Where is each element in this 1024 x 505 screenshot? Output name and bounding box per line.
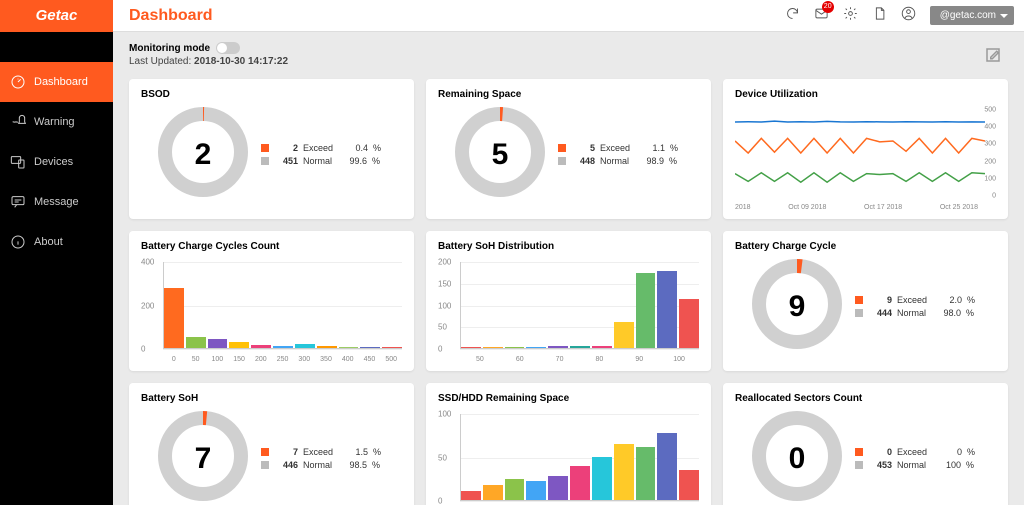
donut-chart: 0 bbox=[751, 410, 843, 505]
sidebar-item-warning[interactable]: Warning bbox=[0, 102, 113, 142]
monitoring-mode-label: Monitoring mode bbox=[129, 42, 1008, 54]
card-title: Battery Charge Cycle bbox=[735, 241, 996, 252]
sidebar-item-label: Warning bbox=[34, 116, 75, 128]
page-title: Dashboard bbox=[129, 7, 213, 25]
card-device-utilization: Device Utilization 01002003004005002018O… bbox=[723, 79, 1008, 219]
card-title: Reallocated Sectors Count bbox=[735, 393, 996, 404]
legend: 7Exceed1.5% 446Normal98.5% bbox=[261, 444, 381, 473]
card-title: Battery SoH Distribution bbox=[438, 241, 699, 252]
sidebar-item-label: Message bbox=[34, 196, 79, 208]
sidebar-item-devices[interactable]: Devices bbox=[0, 142, 113, 182]
legend: 2Exceed0.4% 451Normal99.6% bbox=[261, 140, 381, 169]
card-battery-charge-cycle: Battery Charge Cycle 9 9Exceed2.0% 444No… bbox=[723, 231, 1008, 371]
card-title: Remaining Space bbox=[438, 89, 699, 100]
mail-icon[interactable]: 20 bbox=[814, 6, 829, 26]
card-ssd-hdd-remaining-space: SSD/HDD Remaining Space 0501000102030405… bbox=[426, 383, 711, 505]
account-dropdown[interactable]: @getac.com bbox=[930, 6, 1014, 25]
card-battery-soh-distribution: Battery SoH Distribution 050100150200506… bbox=[426, 231, 711, 371]
sidebar: Dashboard Warning Devices Message About bbox=[0, 32, 113, 505]
user-icon[interactable] bbox=[901, 6, 916, 26]
legend: 9Exceed2.0% 444Normal98.0% bbox=[855, 292, 975, 321]
card-bsod: BSOD 2 2Exceed0.4% 451Normal99.6% bbox=[129, 79, 414, 219]
sidebar-item-label: About bbox=[34, 236, 63, 248]
card-remaining-space: Remaining Space 5 5Exceed1.1% 448Normal9… bbox=[426, 79, 711, 219]
document-icon[interactable] bbox=[872, 6, 887, 26]
donut-chart: 5 bbox=[454, 106, 546, 203]
sidebar-item-label: Dashboard bbox=[34, 76, 88, 88]
card-reallocated-sectors-count: Reallocated Sectors Count 0 0Exceed0% 45… bbox=[723, 383, 1008, 505]
card-title: BSOD bbox=[141, 89, 402, 100]
donut-chart: 7 bbox=[157, 410, 249, 505]
donut-chart: 9 bbox=[751, 258, 843, 355]
bar-chart: 0200400050100150200250300350400450500 bbox=[141, 258, 402, 363]
sidebar-item-dashboard[interactable]: Dashboard bbox=[0, 62, 113, 102]
bar-chart: 0501001502005060708090100 bbox=[438, 258, 699, 363]
sidebar-item-message[interactable]: Message bbox=[0, 182, 113, 222]
last-updated: Last Updated: 2018-10-30 14:17:22 bbox=[129, 56, 1008, 67]
donut-chart: 2 bbox=[157, 106, 249, 203]
card-title: Battery Charge Cycles Count bbox=[141, 241, 402, 252]
monitoring-mode-toggle[interactable] bbox=[216, 42, 240, 54]
line-chart: 01002003004005002018Oct 09 2018Oct 17 20… bbox=[735, 106, 996, 211]
brand-logo: Getac bbox=[0, 0, 113, 32]
sidebar-item-about[interactable]: About bbox=[0, 222, 113, 262]
legend: 5Exceed1.1% 448Normal98.9% bbox=[558, 140, 678, 169]
card-title: Battery SoH bbox=[141, 393, 402, 404]
card-title: Device Utilization bbox=[735, 89, 996, 100]
sidebar-item-label: Devices bbox=[34, 156, 73, 168]
edit-icon[interactable] bbox=[984, 46, 1002, 69]
card-battery-charge-cycles-count: Battery Charge Cycles Count 020040005010… bbox=[129, 231, 414, 371]
gear-icon[interactable] bbox=[843, 6, 858, 26]
legend: 0Exceed0% 453Normal100% bbox=[855, 444, 975, 473]
refresh-icon[interactable] bbox=[785, 6, 800, 26]
card-battery-soh: Battery SoH 7 7Exceed1.5% 446Normal98.5% bbox=[129, 383, 414, 505]
card-title: SSD/HDD Remaining Space bbox=[438, 393, 699, 404]
bar-chart: 0501000102030405060708090100 bbox=[438, 410, 699, 505]
mail-badge: 20 bbox=[822, 1, 834, 13]
